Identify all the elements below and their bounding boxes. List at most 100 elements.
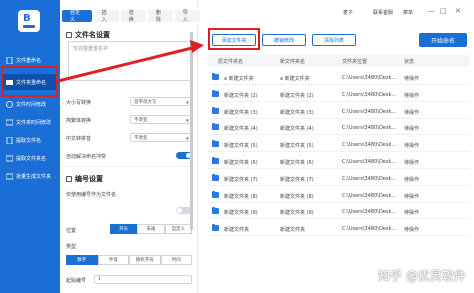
file-name-settings-heading: 文件名设置 bbox=[66, 30, 110, 40]
app-logo: B bbox=[18, 10, 40, 32]
name-textbox[interactable]: 仅完整重置名字 bbox=[68, 41, 192, 81]
table-row[interactable]: 新建文件夹 (4) 新建文件夹 (4) C:\Users\3480\Desk... 待… bbox=[208, 120, 470, 136]
tab-replace[interactable]: 替换 bbox=[120, 10, 146, 23]
start-number-input[interactable]: 1 bbox=[94, 275, 192, 284]
location-cell: C:\Users\3480\Desk... bbox=[342, 125, 397, 132]
tab-bar: 自定义 插入 替换 删除 导入 bbox=[62, 10, 200, 24]
user-name[interactable]: 麦子 bbox=[343, 9, 353, 16]
chevron-down-icon: ▼ bbox=[185, 118, 189, 123]
folder-icon bbox=[212, 173, 219, 181]
new-name-cell: 新建文件夹 (5) bbox=[280, 143, 314, 150]
folder-icon bbox=[212, 224, 219, 232]
undo-button[interactable]: 撤销修改 bbox=[262, 34, 306, 46]
column-header: 状态 bbox=[404, 59, 415, 65]
column-header: 新文件夹名 bbox=[280, 59, 306, 65]
tab-custom[interactable]: 自定义 bbox=[62, 10, 92, 23]
type-number-option[interactable]: 数字 bbox=[66, 255, 98, 265]
original-name-cell: 新建文件夹 (7) bbox=[224, 176, 258, 183]
tab-import[interactable]: 导入 bbox=[174, 10, 200, 23]
simp-trad-label: 简繁体转换 bbox=[66, 118, 92, 124]
tab-delete[interactable]: 删除 bbox=[147, 10, 173, 23]
extract-icon bbox=[6, 136, 13, 144]
new-name-cell: 新建文件夹 (7) bbox=[280, 176, 314, 183]
numbering-settings-heading: 编号设置 bbox=[66, 174, 103, 184]
sidebar-item-extract-file-name[interactable]: 提取文件名 bbox=[2, 132, 58, 148]
original-name-cell: 新建文件夹 (2) bbox=[224, 92, 258, 99]
original-name-cell: 新建文件夹 (9) bbox=[224, 210, 258, 217]
settings-icon bbox=[66, 32, 72, 38]
textbox-placeholder: 仅完整重置名字 bbox=[73, 46, 109, 52]
sidebar-item-batch-create-folders[interactable]: 批量生成文件夹 bbox=[2, 168, 58, 184]
folder-icon bbox=[212, 89, 219, 97]
sidebar: B 文件重命名 文件夹重命名 文件时间修改 文件夹时间修改 提取文件名 提取文件… bbox=[0, 0, 60, 293]
folder-icon bbox=[212, 207, 219, 215]
sidebar-item-label: 文件时间修改 bbox=[16, 101, 47, 108]
table-row[interactable]: a 新建文件夹 a 新建文件夹 C:\Users\3480\Desk... 待操作 bbox=[208, 70, 470, 85]
original-name-cell: 新建文件夹 (5) bbox=[224, 143, 258, 150]
input-value: 1 bbox=[98, 277, 101, 282]
table-row[interactable]: 新建文件夹 (8) 新建文件夹 (8) C:\Users\3480\Desk... 待… bbox=[208, 188, 470, 203]
menu-link[interactable]: 菜单 bbox=[403, 9, 413, 16]
position-start-option[interactable]: 开头 bbox=[110, 224, 138, 234]
simp-trad-select[interactable]: 不改变 ▼ bbox=[130, 115, 192, 124]
location-cell: C:\Users\3480\Desk... bbox=[342, 75, 397, 81]
sidebar-item-file-time[interactable]: 文件时间修改 bbox=[2, 96, 58, 112]
contact-service-link[interactable]: 联系客服 bbox=[373, 9, 393, 16]
original-name-cell: 新建文件夹 (4) bbox=[224, 126, 258, 133]
settings-panel: 自定义 插入 替换 删除 导入 文件名设置 仅完整重置名字 大小写转换 首字母大… bbox=[60, 0, 200, 293]
close-icon[interactable]: ✕ bbox=[455, 7, 461, 15]
status-cell: 待操作 bbox=[404, 176, 420, 183]
status-cell: 待操作 bbox=[404, 143, 420, 150]
new-name-cell: a 新建文件夹 bbox=[280, 76, 310, 82]
sidebar-item-label: 文件重命名 bbox=[16, 57, 42, 64]
extract-folder-icon bbox=[5, 155, 14, 162]
highlight-box-sidebar bbox=[1, 66, 58, 97]
pinyin-select[interactable]: 不改变 ▼ bbox=[130, 133, 192, 142]
table-row[interactable]: 新建文件夹 (5) 新建文件夹 (5) C:\Users\3480\Desk... 待… bbox=[208, 137, 470, 153]
table-row[interactable]: 新建文件夹 (3) 新建文件夹 (3) C:\Users\3480\Desk... 待… bbox=[208, 104, 470, 119]
folder-icon bbox=[212, 73, 219, 80]
type-random-option[interactable]: 随机字符 bbox=[129, 255, 161, 265]
tab-insert[interactable]: 插入 bbox=[93, 10, 119, 23]
type-time-option[interactable]: 时间 bbox=[160, 255, 192, 265]
table-row[interactable]: 新建文件夹 (6) 新建文件夹 (6) C:\Users\3480\Desk... 待… bbox=[208, 154, 470, 169]
status-cell: 待操作 bbox=[404, 210, 420, 217]
file-icon bbox=[6, 56, 13, 64]
clear-list-button[interactable]: 清除列表 bbox=[312, 34, 356, 46]
status-cell: 待操作 bbox=[404, 92, 420, 99]
folder-icon bbox=[212, 190, 219, 198]
table-row[interactable]: 新建文件夹 (9) 新建文件夹 (9) C:\Users\3480\Desk... 待… bbox=[208, 204, 470, 220]
panel-scrollbar[interactable] bbox=[190, 32, 193, 230]
original-name-cell: 新建文件夹 (3) bbox=[224, 109, 258, 116]
new-name-cell: 新建文件夹 (3) bbox=[280, 109, 314, 116]
position-label: 位置 bbox=[66, 228, 77, 234]
status-cell: 待操作 bbox=[404, 160, 420, 166]
case-select[interactable]: 首字母大写 ▼ bbox=[130, 97, 192, 106]
maximize-icon[interactable]: □ bbox=[440, 7, 447, 15]
sidebar-item-folder-time[interactable]: 文件夹时间修改 bbox=[2, 114, 58, 130]
position-segmented: 开头 末尾 自定义 bbox=[110, 224, 192, 234]
column-header: 文件夹位置 bbox=[342, 59, 368, 65]
position-custom-option[interactable]: 自定义 bbox=[164, 224, 192, 234]
clock-icon bbox=[6, 100, 13, 108]
table-row[interactable]: 新建文件夹 (2) 新建文件夹 (2) C:\Users\3480\Desk... 待… bbox=[208, 87, 470, 102]
location-cell: C:\Users\3480\Desk... bbox=[342, 91, 397, 98]
column-header: 原文件夹名 bbox=[218, 59, 244, 65]
location-cell: C:\Users\3480\Desk... bbox=[342, 142, 397, 149]
status-cell: 待操作 bbox=[404, 193, 420, 200]
table-row[interactable]: 新建文件夹 新建文件夹 C:\Users\3480\Desk... 待操作 bbox=[208, 221, 470, 237]
location-cell: C:\Users\3480\Desk... bbox=[342, 209, 397, 216]
position-end-option[interactable]: 末尾 bbox=[137, 224, 165, 234]
sidebar-item-extract-folder-name[interactable]: 提取文件夹名 bbox=[2, 150, 58, 166]
location-cell: C:\Users\3480\Desk... bbox=[342, 175, 397, 182]
minimize-icon[interactable]: — bbox=[428, 7, 435, 15]
location-cell: C:\Users\3480\Desk... bbox=[342, 108, 397, 115]
start-rename-button[interactable]: 开始命名 bbox=[419, 33, 467, 47]
table-row[interactable]: 新建文件夹 (7) 新建文件夹 (7) C:\Users\3480\Desk... 待… bbox=[208, 171, 470, 186]
chevron-down-icon: ▼ bbox=[185, 136, 189, 141]
type-letter-option[interactable]: 字母 bbox=[97, 255, 129, 265]
sidebar-item-label: 文件夹时间修改 bbox=[16, 119, 52, 126]
status-cell: 待操作 bbox=[404, 126, 420, 133]
location-cell: C:\Users\3480\Desk... bbox=[342, 226, 397, 233]
highlight-box-add-folder bbox=[208, 28, 260, 50]
